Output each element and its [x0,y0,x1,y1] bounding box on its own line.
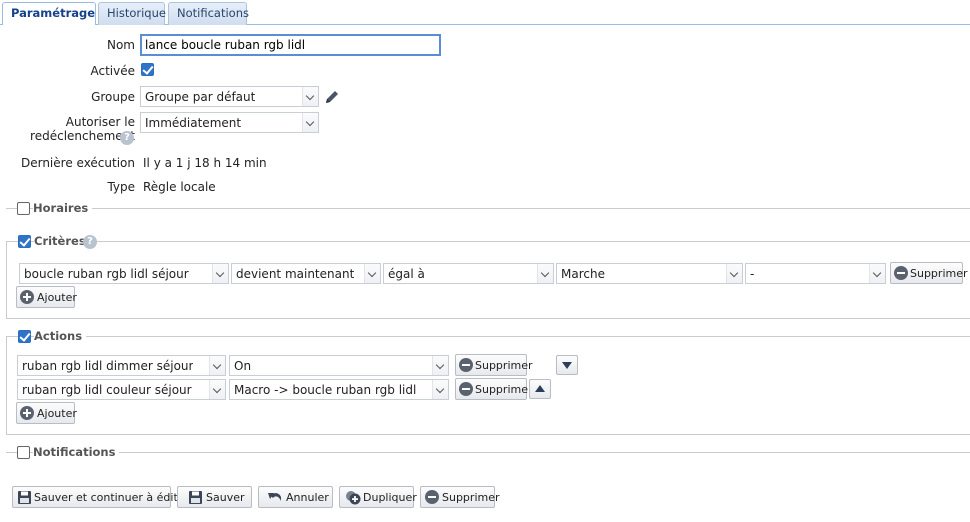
actions-checkbox[interactable] [18,330,31,343]
horaires-checkbox[interactable] [17,202,30,215]
action-command-select[interactable]: Macro -> boucle ruban rgb lidl [229,379,449,400]
critere-value-value: Marche [561,267,605,281]
minus-circle-icon [459,358,473,372]
save-label: Sauver [206,491,245,504]
tab-parametrage[interactable]: Paramétrage [2,2,96,26]
horaires-divider [6,208,970,209]
autoriser-select[interactable]: Immédiatement [140,112,319,133]
chevron-down-icon[interactable] [302,113,318,132]
delete-button[interactable]: Supprimer [420,486,500,508]
chevron-down-icon[interactable] [364,264,380,283]
pencil-icon[interactable] [323,88,341,106]
action-delete-label: Supprimer [475,383,533,396]
duplicate-label: Dupliquer [363,491,417,504]
derniere-label: Dernière exécution [20,156,135,170]
notifications-divider [6,452,970,453]
groupe-select[interactable]: Groupe par défaut [140,86,319,107]
duplicate-button[interactable]: Dupliquer [339,486,417,508]
type-value: Règle locale [143,180,216,194]
duplicate-icon [346,491,361,505]
undo-icon [268,493,281,501]
minus-circle-icon [894,266,908,280]
chevron-down-icon[interactable] [432,356,448,375]
plus-circle-icon [20,290,34,304]
horaires-title: Horaires [33,201,93,215]
type-label: Type [107,180,135,194]
chevron-down-icon[interactable] [209,356,225,375]
chevron-down-icon[interactable] [537,264,553,283]
autoriser-label-line1: Autoriser le [65,115,135,129]
action-delete-button[interactable]: Supprimer [455,354,533,376]
nom-label: Nom [106,38,135,52]
help-icon[interactable]: ? [120,131,134,145]
critere-operator-value: égal à [388,267,425,281]
minus-circle-icon [459,382,473,396]
action-delete-button[interactable]: Supprimer [455,378,533,400]
floppy-disk-icon [189,491,202,504]
critere-condition-select[interactable]: devient maintenant [231,263,381,284]
critere-device-select[interactable]: boucle ruban rgb lidl séjour [19,263,229,284]
action-device-value: ruban rgb lidl couleur séjour [22,383,192,397]
action-command-select[interactable]: On [229,355,449,376]
notifications-title: Notifications [33,445,120,459]
action-command-value: On [234,359,252,373]
plus-circle-icon [20,406,34,420]
cancel-button[interactable]: Annuler [258,486,333,508]
chevron-down-icon[interactable] [209,380,225,399]
action-device-value: ruban rgb lidl dimmer séjour [22,359,194,373]
minus-circle-icon [425,490,439,504]
activee-label: Activée [90,64,135,78]
activee-checkbox[interactable] [141,63,154,76]
groupe-select-value: Groupe par défaut [145,90,256,104]
notifications-checkbox[interactable] [17,446,30,459]
actions-title: Actions [34,329,87,343]
derniere-value: Il y a 1 j 18 h 14 min [143,156,267,170]
critere-delete-button[interactable]: Supprimer [890,262,968,284]
action-device-select[interactable]: ruban rgb lidl couleur séjour [17,379,226,400]
save-button[interactable]: Sauver [177,486,252,508]
critere-operator-select[interactable]: égal à [383,263,554,284]
critere-add-button[interactable]: Ajouter [16,286,77,308]
chevron-down-icon[interactable] [869,264,885,283]
settings-panel: Nom Activée Groupe Groupe par défaut Aut… [0,25,970,522]
delete-label: Supprimer [442,491,500,504]
groupe-label: Groupe [91,90,135,104]
critere-extra-select[interactable]: - [745,263,886,284]
critere-extra-value: - [750,267,755,281]
tab-historique[interactable]: Historique [98,2,166,25]
autoriser-label-line2: redéclenchement [30,129,135,143]
critere-device-value: boucle ruban rgb lidl séjour [24,267,189,281]
move-down-button[interactable] [556,355,578,375]
action-add-label: Ajouter [37,407,77,420]
critere-condition-value: devient maintenant [236,267,355,281]
nom-input[interactable] [140,34,441,56]
criteres-checkbox[interactable] [18,235,31,248]
action-add-button[interactable]: Ajouter [16,402,77,424]
action-device-select[interactable]: ruban rgb lidl dimmer séjour [17,355,226,376]
tab-notifications[interactable]: Notifications [168,2,249,25]
chevron-down-icon[interactable] [726,264,742,283]
floppy-disk-icon [18,491,31,504]
autoriser-select-value: Immédiatement [145,116,242,130]
save-continue-button[interactable]: Sauver et continuer à éditer [12,486,189,508]
cancel-label: Annuler [286,491,329,504]
chevron-down-icon[interactable] [302,87,318,106]
criteres-title: Critères [34,234,90,248]
chevron-down-icon[interactable] [212,264,228,283]
critere-add-label: Ajouter [37,291,77,304]
action-command-value: Macro -> boucle ruban rgb lidl [234,383,417,397]
chevron-down-icon[interactable] [432,380,448,399]
critere-value-select[interactable]: Marche [556,263,743,284]
move-up-button[interactable] [529,379,551,399]
critere-delete-label: Supprimer [910,267,968,280]
action-delete-label: Supprimer [475,359,533,372]
save-continue-label: Sauver et continuer à éditer [34,491,190,504]
help-icon[interactable]: ? [83,235,97,249]
autoriser-label: Autoriser le redéclenchement [20,115,135,143]
tab-bar: Paramétrage Historique Notifications [0,0,970,26]
